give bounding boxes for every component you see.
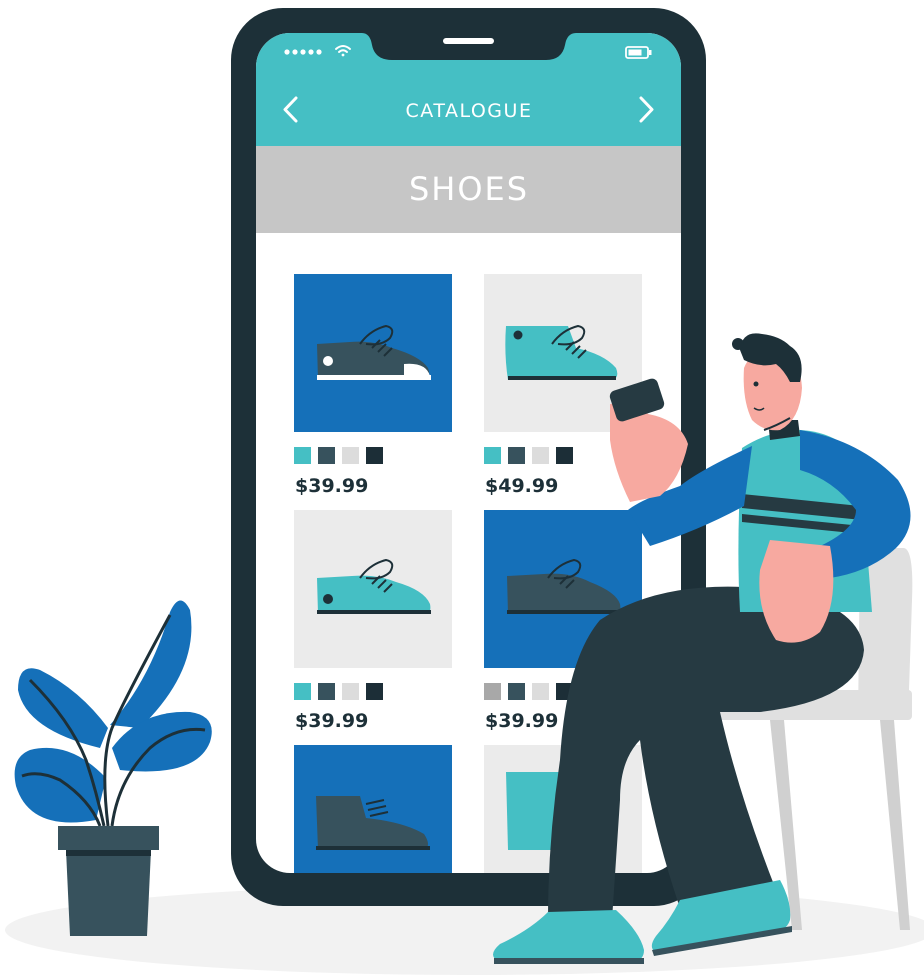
swatch[interactable] [294,683,311,700]
swatch[interactable] [508,447,525,464]
swatch[interactable] [366,683,383,700]
illustration-canvas: CATALOGUE SHOES $39.99 $49.99 $39.99 $39… [5,8,924,975]
pot-body [66,850,151,936]
phone-notch [362,33,576,60]
product-price: $39.99 [295,475,368,497]
plant [14,600,212,936]
swatch[interactable] [318,447,335,464]
swatch[interactable] [556,447,573,464]
swatch[interactable] [294,447,311,464]
header-title: CATALOGUE [406,100,533,122]
swatch[interactable] [484,683,501,700]
legs [548,586,864,920]
category-title: SHOES [409,170,529,208]
swatch[interactable] [342,447,359,464]
swatch[interactable] [318,683,335,700]
hand-right [759,540,834,643]
swatch[interactable] [532,447,549,464]
product-card[interactable] [294,745,452,885]
speaker-slot [443,38,494,44]
swatch[interactable] [342,683,359,700]
eye [753,381,759,387]
product-price: $39.99 [485,710,558,732]
plant-leaves [14,600,212,827]
pot-rim [58,826,159,850]
swatch[interactable] [366,447,383,464]
swatch[interactable] [532,683,549,700]
product-price: $39.99 [295,710,368,732]
swatch[interactable] [508,683,525,700]
product-price: $49.99 [485,475,558,497]
swatch[interactable] [484,447,501,464]
